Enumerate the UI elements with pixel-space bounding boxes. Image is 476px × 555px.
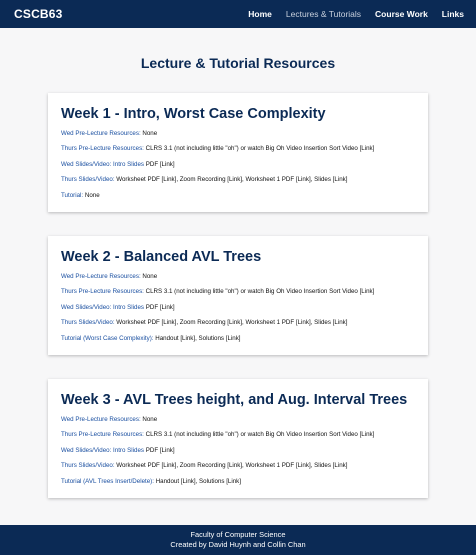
brand-logo[interactable]: CSCB63 xyxy=(14,7,63,21)
resource-link[interactable]: Tutorial (Worst Case Complexity): xyxy=(61,335,154,342)
resource-row: Tutorial (Worst Case Complexity): Handou… xyxy=(61,335,416,342)
resource-value[interactable]: Worksheet PDF [Link], Zoom Recording [Li… xyxy=(115,319,347,326)
top-navbar: CSCB63 Home Lectures & Tutorials Course … xyxy=(0,0,476,28)
nav-links: Home Lectures & Tutorials Course Work Li… xyxy=(234,9,464,19)
resource-value[interactable]: PDF [Link] xyxy=(144,304,175,311)
resource-row: Thurs Slides/Video: Worksheet PDF [Link]… xyxy=(61,462,416,469)
resource-row: Wed Pre-Lecture Resources: None xyxy=(61,130,416,137)
resource-link[interactable]: Thurs Pre-Lecture Resources: xyxy=(61,145,144,152)
resource-value[interactable]: CLRS 3.1 (not including little "oh") or … xyxy=(144,145,375,152)
resource-link[interactable]: Thurs Slides/Video: xyxy=(61,319,115,326)
page-footer: Faculty of Computer Science Created by D… xyxy=(0,525,476,555)
resource-row: Tutorial: None xyxy=(61,192,416,199)
week-title: Week 3 - AVL Trees height, and Aug. Inte… xyxy=(61,392,408,408)
resource-link[interactable]: Tutorial (AVL Trees Insert/Delete): xyxy=(61,478,154,485)
nav-link-home[interactable]: Home xyxy=(248,9,272,19)
week-title: Week 1 - Intro, Worst Case Complexity xyxy=(61,106,326,122)
resource-row: Thurs Pre-Lecture Resources: CLRS 3.1 (n… xyxy=(61,288,416,295)
resource-row: Wed Pre-Lecture Resources: None xyxy=(61,273,416,280)
resource-value[interactable]: PDF [Link] xyxy=(144,447,175,454)
resource-link[interactable]: Wed Slides/Video: Intro Slides xyxy=(61,304,144,311)
resource-value[interactable]: CLRS 3.1 (not including little "oh") or … xyxy=(144,288,375,295)
resource-value: None xyxy=(140,273,158,280)
resource-link[interactable]: Wed Pre-Lecture Resources: xyxy=(61,273,141,280)
resource-value: None xyxy=(83,191,100,199)
resource-row: Wed Slides/Video: Intro Slides PDF [Link… xyxy=(61,304,416,311)
resource-value[interactable]: Worksheet PDF [Link], Zoom Recording [Li… xyxy=(115,462,347,469)
footer-credits: Created by David Huynh and Collin Chan xyxy=(170,539,306,549)
resource-link[interactable]: Tutorial: xyxy=(61,192,83,199)
resource-link[interactable]: Wed Slides/Video: Intro Slides xyxy=(61,447,144,454)
resource-link[interactable]: Thurs Slides/Video: xyxy=(61,462,115,469)
week-card: Week 2 - Balanced AVL Trees Wed Pre-Lect… xyxy=(48,236,428,355)
resource-link[interactable]: Wed Pre-Lecture Resources: xyxy=(61,130,141,137)
resource-row: Wed Slides/Video: Intro Slides PDF [Link… xyxy=(61,161,416,168)
footer-faculty: Faculty of Computer Science xyxy=(190,530,286,539)
nav-link-course-work[interactable]: Course Work xyxy=(375,9,428,19)
resource-link[interactable]: Thurs Pre-Lecture Resources: xyxy=(61,288,144,295)
resource-value[interactable]: PDF [Link] xyxy=(144,161,175,168)
nav-link-links[interactable]: Links xyxy=(442,9,464,19)
resource-row: Wed Pre-Lecture Resources: None xyxy=(61,416,416,423)
week-card: Week 3 - AVL Trees height, and Aug. Inte… xyxy=(48,379,428,498)
resource-row: Thurs Slides/Video: Worksheet PDF [Link]… xyxy=(61,319,416,326)
resource-link[interactable]: Wed Slides/Video: Intro Slides xyxy=(61,161,144,168)
week-card: Week 1 - Intro, Worst Case Complexity We… xyxy=(48,93,428,212)
resource-value: None xyxy=(140,130,158,137)
resource-row: Thurs Pre-Lecture Resources: CLRS 3.1 (n… xyxy=(61,145,416,152)
resource-value: None xyxy=(140,416,158,423)
resource-link[interactable]: Thurs Pre-Lecture Resources: xyxy=(61,431,144,438)
resource-row: Thurs Slides/Video: Worksheet PDF [Link]… xyxy=(61,176,416,183)
resource-link[interactable]: Thurs Slides/Video: xyxy=(61,176,115,183)
resource-row: Thurs Pre-Lecture Resources: CLRS 3.1 (n… xyxy=(61,431,416,438)
resource-row: Wed Slides/Video: Intro Slides PDF [Link… xyxy=(61,447,416,454)
resource-value[interactable]: Handout [Link], Solutions [Link] xyxy=(154,478,241,485)
resource-value[interactable]: CLRS 3.1 (not including little "oh") or … xyxy=(144,431,375,438)
week-title: Week 2 - Balanced AVL Trees xyxy=(61,249,262,265)
nav-link-lectures[interactable]: Lectures & Tutorials xyxy=(286,9,361,19)
resource-link[interactable]: Wed Pre-Lecture Resources: xyxy=(61,416,141,423)
resource-row: Tutorial (AVL Trees Insert/Delete): Hand… xyxy=(61,478,416,485)
resource-value[interactable]: Handout [Link], Solutions [Link] xyxy=(154,335,240,342)
resource-value[interactable]: Worksheet PDF [Link], Zoom Recording [Li… xyxy=(115,176,347,183)
page-title: Lecture & Tutorial Resources xyxy=(140,55,336,71)
